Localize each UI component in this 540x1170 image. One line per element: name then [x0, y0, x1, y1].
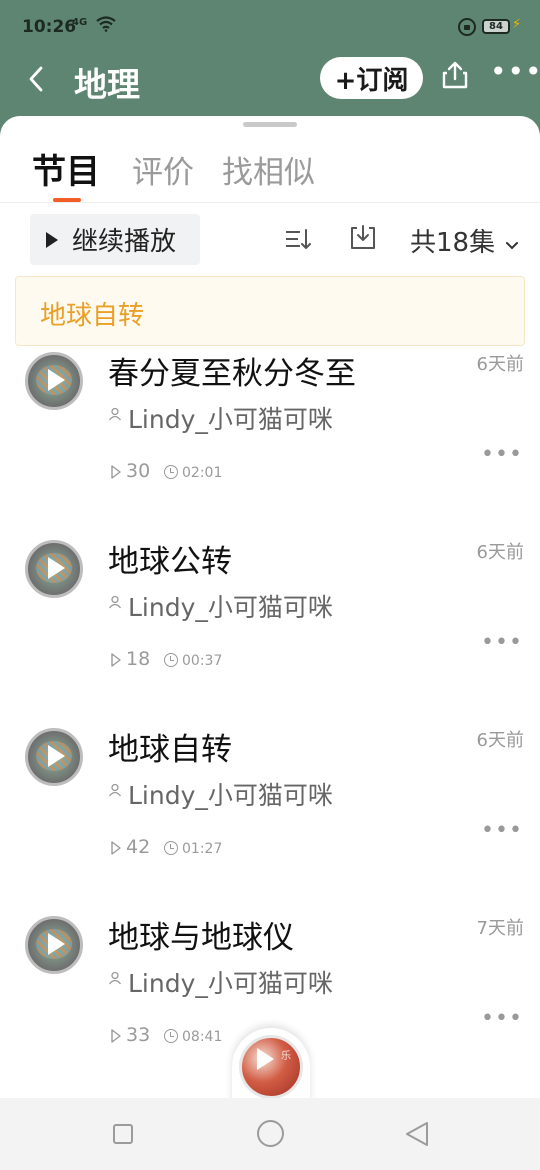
cover-glyph: 乐	[281, 1051, 291, 1062]
episode-author: Lindy_小可猫可咪	[128, 781, 333, 810]
content-sheet: 节目 评价 找相似 继续播放 共18集 地球自转 春分夏至秋分冬至 6天前 Li…	[0, 116, 540, 1098]
mini-player[interactable]: 乐	[232, 1028, 310, 1098]
sort-icon[interactable]	[284, 224, 312, 254]
episode-title: 地球自转	[108, 732, 232, 768]
tab-programs[interactable]: 节目	[32, 144, 100, 193]
play-count-icon	[111, 841, 121, 855]
top-nav: 地理 +订阅 •••	[0, 52, 540, 116]
battery-indicator: 84	[482, 19, 510, 34]
episode-plays: 33	[126, 1024, 151, 1046]
episode-duration: 00:37	[182, 653, 223, 669]
clock-icon	[164, 841, 178, 855]
play-icon	[48, 745, 65, 767]
share-icon[interactable]	[440, 60, 470, 90]
episode-more-icon[interactable]: •••	[481, 442, 523, 467]
system-nav-bar	[0, 1098, 540, 1170]
clock-icon	[164, 465, 178, 479]
episode-title: 地球公转	[108, 544, 232, 580]
tab-bar: 节目 评价 找相似	[0, 144, 540, 204]
clock-icon	[164, 653, 178, 667]
wifi-icon	[96, 16, 116, 32]
episode-thumbnail[interactable]	[25, 352, 83, 410]
episode-more-icon[interactable]: •••	[481, 818, 523, 843]
continue-play-label: 继续播放	[72, 227, 177, 257]
chevron-down-icon	[506, 242, 519, 250]
episode-date: 6天前	[476, 730, 524, 751]
episode-date: 6天前	[476, 354, 524, 375]
download-icon[interactable]	[348, 222, 378, 252]
play-count-icon	[111, 653, 121, 667]
episode-more-icon[interactable]: •••	[481, 630, 523, 655]
rotation-lock-icon	[458, 18, 476, 36]
user-icon	[108, 595, 122, 609]
episode-plays: 42	[126, 836, 151, 858]
more-icon[interactable]: •••	[490, 58, 540, 86]
tab-reviews[interactable]: 评价	[132, 147, 194, 192]
episode-date: 6天前	[476, 542, 524, 563]
recent-apps-button[interactable]	[113, 1124, 133, 1144]
play-icon	[48, 933, 65, 955]
charging-icon: ⚡	[512, 17, 522, 32]
play-count-icon	[111, 1029, 121, 1043]
episode-thumbnail[interactable]	[25, 916, 83, 974]
episode-plays: 18	[126, 648, 151, 670]
continue-play-button[interactable]: 继续播放	[30, 214, 200, 265]
subscribe-button[interactable]: +订阅	[320, 57, 423, 99]
episode-item[interactable]: 春分夏至秋分冬至 6天前 Lindy_小可猫可咪 30 02:01 •••	[0, 346, 540, 534]
drag-handle[interactable]	[243, 122, 297, 127]
banner-text: 地球自转	[40, 301, 145, 331]
status-time: 10:26	[22, 17, 77, 37]
episode-item[interactable]: 地球公转 6天前 Lindy_小可猫可咪 18 00:37 •••	[0, 534, 540, 722]
user-icon	[108, 407, 122, 421]
toolbar: 继续播放 共18集	[0, 214, 540, 266]
episode-date: 7天前	[476, 918, 524, 939]
episode-title: 地球与地球仪	[108, 920, 294, 956]
now-playing-banner[interactable]: 地球自转	[15, 276, 525, 346]
system-back-button[interactable]	[404, 1120, 430, 1148]
episode-author: Lindy_小可猫可咪	[128, 405, 333, 434]
episode-duration: 02:01	[182, 465, 223, 481]
play-icon	[48, 369, 65, 391]
episode-plays: 30	[126, 460, 151, 482]
episode-author: Lindy_小可猫可咪	[128, 969, 333, 998]
episode-title: 春分夏至秋分冬至	[108, 356, 356, 392]
episode-duration: 08:41	[182, 1029, 223, 1045]
episode-more-icon[interactable]: •••	[481, 1006, 523, 1031]
signal-indicator: 4G	[72, 17, 88, 28]
episode-count-label: 共18集	[410, 228, 496, 258]
status-bar: 10:26 4G 84 ⚡	[0, 0, 540, 52]
episode-thumbnail[interactable]	[25, 540, 83, 598]
tab-similar[interactable]: 找相似	[222, 147, 315, 192]
play-count-icon	[111, 465, 121, 479]
clock-icon	[164, 1029, 178, 1043]
user-icon	[108, 783, 122, 797]
play-icon	[48, 557, 65, 579]
play-icon	[46, 231, 58, 248]
episode-duration: 01:27	[182, 841, 223, 857]
user-icon	[108, 971, 122, 985]
divider	[0, 202, 540, 203]
episode-item[interactable]: 地球自转 6天前 Lindy_小可猫可咪 42 01:27 •••	[0, 722, 540, 910]
play-icon[interactable]	[257, 1048, 274, 1070]
episode-thumbnail[interactable]	[25, 728, 83, 786]
episode-author: Lindy_小可猫可咪	[128, 593, 333, 622]
home-button[interactable]	[257, 1120, 284, 1147]
back-icon[interactable]	[22, 64, 52, 94]
page-title: 地理	[74, 65, 140, 104]
episode-count-button[interactable]: 共18集	[410, 222, 519, 259]
